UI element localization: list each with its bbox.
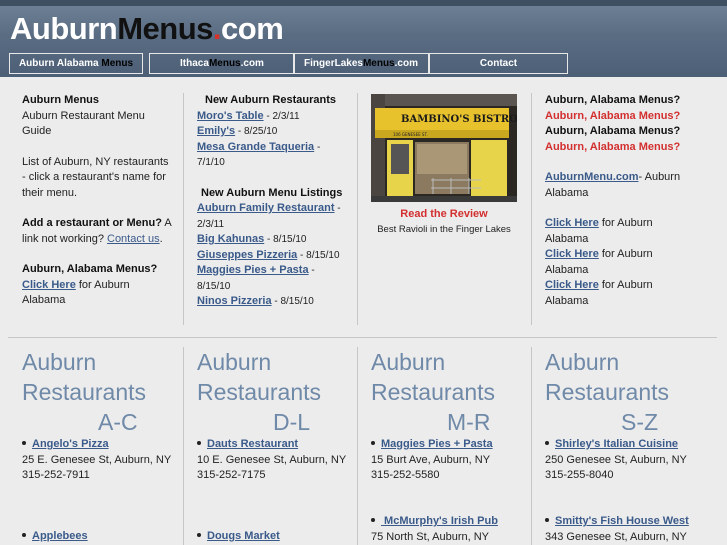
restaurant-entry: Dauts Restaurant 10 E. Genesee St, Aubur… [197, 438, 347, 481]
main-content: Auburn Menus Auburn Restaurant Menu Guid… [0, 77, 727, 545]
nav-contact[interactable]: Contact [429, 53, 568, 74]
category-title-a-c: Restaurants [22, 379, 147, 405]
new-listing-item: Big Kahunas - 8/15/10 [197, 233, 307, 245]
restaurant-link[interactable]: Mesa Grande Taqueria [197, 141, 314, 153]
divider [531, 347, 532, 545]
nav-auburn-alabama-menus[interactable]: Auburn Alabama Menus [9, 53, 143, 74]
svg-text:106 GENESEE ST.: 106 GENESEE ST. [393, 132, 428, 137]
intro-column: Auburn Menus Auburn Restaurant Menu Guid… [22, 93, 174, 309]
contact-us-link[interactable]: Contact us [107, 233, 160, 245]
divider [183, 347, 184, 545]
category-title-a-c: Auburn [22, 349, 97, 375]
new-listing-item: Maggies Pies + Pasta - 8/15/10 [197, 264, 315, 292]
storefront-image: BAMBINO'S BISTRO 106 GENESEE ST. [371, 94, 517, 202]
review-block: Read the Review Best Ravioli in the Fing… [371, 207, 517, 236]
category-title-m-r: Auburn [371, 349, 446, 375]
restaurant-link[interactable]: Applebees [32, 530, 88, 542]
auburnmenu-com-link[interactable]: AuburnMenu.com [545, 171, 639, 183]
new-restaurants-column: New Auburn Restaurants Moro's Table - 2/… [197, 93, 347, 310]
restaurant-link[interactable]: Dauts Restaurant [207, 438, 298, 450]
review-caption: Best Ravioli in the Finger Lakes [377, 224, 511, 235]
new-restaurant-item: Mesa Grande Taqueria - 7/1/10 [197, 140, 321, 169]
restaurant-link[interactable]: Ninos Pizzeria [197, 295, 272, 307]
bambinos-bistro-photo[interactable]: BAMBINO'S BISTRO 106 GENESEE ST. [371, 94, 517, 202]
category-title-d-l: Auburn [197, 349, 272, 375]
divider [531, 93, 532, 325]
add-restaurant-text: Add a restaurant or Menu? A link not wor… [22, 217, 172, 245]
restaurant-link[interactable]: Emily's [197, 125, 235, 137]
new-listing-item: Auburn Family Restaurant - 2/3/11 [197, 202, 341, 230]
alabama-question: Auburn, Alabama Menus? [545, 125, 681, 137]
restaurant-entry: Smitty's Fish House West 343 Genesee St,… [545, 515, 689, 543]
intro-subtitle: Auburn Restaurant Menu Guide [22, 109, 145, 138]
divider [357, 347, 358, 545]
alabama-question: Auburn, Alabama Menus? [22, 263, 158, 275]
category-title-s-z: Auburn [545, 349, 620, 375]
category-range: A-C [98, 409, 138, 435]
new-restaurants-heading: New Auburn Restaurants [205, 94, 337, 106]
category-title-m-r: Restaurants [371, 379, 496, 405]
click-here-link[interactable]: Click Here [22, 279, 76, 291]
category-title-s-z: Restaurants [545, 379, 670, 405]
restaurant-entry: Shirley's Italian Cuisine 250 Genesee St… [545, 438, 687, 481]
alabama-column: Auburn, Alabama Menus? Auburn, Alabama M… [545, 93, 685, 309]
click-here-link[interactable]: Click Here [545, 217, 599, 229]
category-range: D-L [273, 409, 311, 435]
click-here-link[interactable]: Click Here [545, 279, 599, 291]
nav-ithaca-menus[interactable]: IthacaMenus.com [149, 53, 295, 74]
restaurant-link[interactable]: Big Kahunas [197, 233, 264, 245]
new-listings-heading: New Auburn Menu Listings [201, 186, 343, 199]
intro-title: Auburn Menus [22, 94, 99, 106]
divider [357, 93, 358, 325]
restaurant-link[interactable]: Dougs Market [207, 530, 280, 542]
new-listing-item: Giuseppes Pizzeria - 8/15/10 [197, 248, 340, 261]
alabama-question: Auburn, Alabama Menus? [545, 94, 681, 106]
restaurant-link[interactable]: Angelo's Pizza [32, 438, 109, 450]
site-logo[interactable]: AuburnMenus.com [10, 11, 284, 47]
restaurant-link[interactable]: Maggies Pies + Pasta [381, 438, 493, 450]
restaurant-link[interactable]: Maggies Pies + Pasta [197, 264, 309, 276]
new-restaurant-item: Moro's Table - 2/3/11 [197, 109, 300, 122]
divider [183, 93, 184, 325]
restaurant-link[interactable]: Moro's Table [197, 110, 264, 122]
restaurant-link[interactable]: Smitty's Fish House West [555, 515, 689, 527]
alabama-question-red: Auburn, Alabama Menus? [545, 140, 681, 153]
restaurant-entry: McMurphy's Irish Pub 75 North St, Auburn… [371, 515, 498, 543]
restaurant-link[interactable]: Giuseppes Pizzeria [197, 249, 297, 261]
intro-list-text: List of Auburn, NY restaurants - click a… [22, 155, 169, 199]
alabama-question-red: Auburn, Alabama Menus? [545, 109, 681, 122]
svg-text:BAMBINO'S BISTRO: BAMBINO'S BISTRO [401, 114, 517, 125]
horizontal-divider [8, 337, 717, 338]
restaurant-link[interactable]: Auburn Family Restaurant [197, 202, 335, 214]
restaurant-entry: Dougs Market [197, 529, 353, 545]
restaurant-entry: Applebees [22, 529, 178, 545]
restaurant-link[interactable]: Shirley's Italian Cuisine [555, 438, 678, 450]
category-range: M-R [447, 409, 491, 435]
restaurant-entry: Maggies Pies + Pasta 15 Burt Ave, Auburn… [371, 438, 493, 481]
restaurant-entry: Angelo's Pizza 25 E. Genesee St, Auburn,… [22, 438, 172, 481]
nav-fingerlakes-menus[interactable]: FingerLakesMenus.com [293, 53, 429, 74]
site-header: AuburnMenus.com Auburn Alabama Menus Ith… [0, 6, 727, 77]
click-here-link[interactable]: Click Here [545, 248, 599, 260]
new-listing-item: Ninos Pizzeria - 8/15/10 [197, 295, 314, 307]
category-title-d-l: Restaurants [197, 379, 322, 405]
restaurant-link[interactable]: McMurphy's Irish Pub [381, 515, 498, 527]
category-range: S-Z [621, 409, 659, 435]
new-restaurant-item: Emily's - 8/25/10 [197, 125, 278, 137]
read-review-link[interactable]: Read the Review [371, 207, 517, 221]
